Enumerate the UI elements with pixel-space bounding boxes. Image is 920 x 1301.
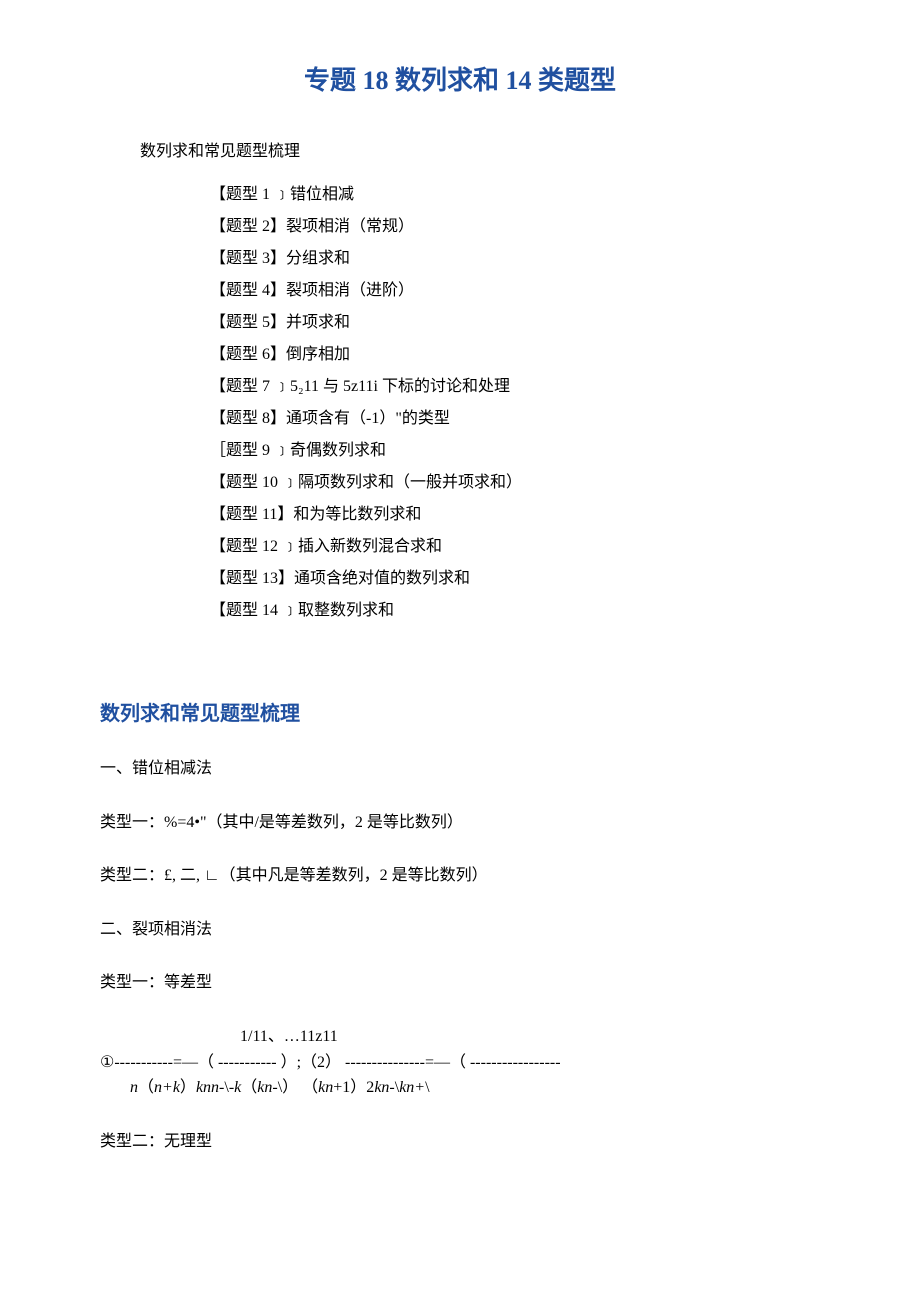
toc-item: 【题型 6】倒序相加 [210, 339, 820, 371]
toc-item: 【题型 4】裂项相消（进阶） [210, 275, 820, 307]
toc-item: 【题型 8】通项含有（-1）"的类型 [210, 403, 820, 435]
toc-item: 【题型 11】和为等比数列求和 [210, 499, 820, 531]
toc-item: 【题型 2】裂项相消（常规） [210, 211, 820, 243]
heading-method-1: 一、错位相减法 [100, 756, 820, 782]
type-1-description: 类型一：%=4•"（其中/是等差数列，2 是等比数列） [100, 810, 820, 836]
toc-item: 【题型 3】分组求和 [210, 243, 820, 275]
toc-header: 数列求和常见题型梳理 [140, 137, 820, 161]
toc-item: 【题型 13】通项含绝对值的数列求和 [210, 563, 820, 595]
type-2-description: 类型二：£, 二, ∟（其中凡是等差数列，2 是等比数列） [100, 863, 820, 889]
section-title: 数列求和常见题型梳理 [100, 697, 820, 726]
page-title: 专题 18 数列求和 14 类题型 [100, 60, 820, 97]
toc-item: ［题型 9 ﹞奇偶数列求和 [210, 435, 820, 467]
toc-item: 【题型 14 ﹞取整数列求和 [210, 595, 820, 627]
formula-block: 1/11、…11z11 ①-----------=—（ ----------- … [100, 1024, 820, 1101]
toc-item: 【题型 10 ﹞隔项数列求和（一般并项求和） [210, 467, 820, 499]
subtype-1-heading: 类型一：等差型 [100, 970, 820, 996]
toc-item: 【题型 12 ﹞插入新数列混合求和 [210, 531, 820, 563]
toc-item: 【题型 5】并项求和 [210, 307, 820, 339]
toc-item: 【题型 1 ﹞错位相减 [210, 179, 820, 211]
subtype-2-heading: 类型二：无理型 [100, 1129, 820, 1155]
toc-item: 【题型 7 ﹞5₂11 与 5z11i 下标的讨论和处理 [210, 371, 820, 403]
formula-line-2: ①-----------=—（ ----------- ）;（2） ------… [100, 1050, 820, 1076]
toc-list: 【题型 1 ﹞错位相减 【题型 2】裂项相消（常规） 【题型 3】分组求和 【题… [210, 179, 820, 627]
formula-line-3: n（n+k）knn-\-k（kn-\） （kn+1）2kn-\kn+\ [100, 1075, 820, 1101]
heading-method-2: 二、裂项相消法 [100, 917, 820, 943]
formula-line-1: 1/11、…11z11 [240, 1024, 820, 1050]
